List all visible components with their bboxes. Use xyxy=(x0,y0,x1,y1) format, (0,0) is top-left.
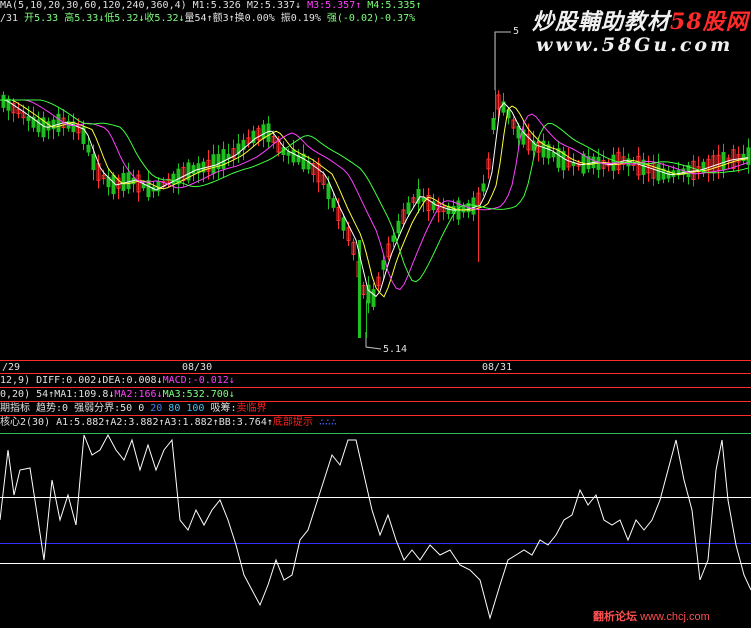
date-label-2: 08/31 xyxy=(482,362,513,373)
candle-body xyxy=(371,289,376,307)
indicator-1-seg-3: MA2:166↓ xyxy=(114,389,163,400)
low-leader-line xyxy=(365,332,382,350)
quote-seg-3: 低5.32↓ xyxy=(104,13,145,24)
candle-body xyxy=(121,173,126,191)
ma-line-2 xyxy=(0,99,749,298)
candle-body xyxy=(221,149,226,169)
candle-body xyxy=(481,183,486,192)
candle-body xyxy=(211,154,216,174)
indicator-3-seg-6: ∴∴∴ xyxy=(312,417,337,428)
date-label-1: 08/30 xyxy=(182,362,213,373)
quote-info-line: /31 开5.33 高5.33↓低5.32↓收5.32↓量54↑额3↑换0.00… xyxy=(0,13,415,25)
candle-body xyxy=(261,124,266,139)
high-price-label: 5 xyxy=(513,26,520,37)
candle-body xyxy=(396,220,401,234)
indicator-2-seg-4: 20 xyxy=(150,403,169,414)
volume-indicator-line[interactable]: 0,20) 54↑MA1:109.8↓MA2:166↓MA3:532.700↓ xyxy=(0,389,235,401)
ma-line-3 xyxy=(0,99,749,291)
indicator-1-seg-4: MA3:532.700↓ xyxy=(162,389,235,400)
indicator-1-seg-2: MA1:109.8↓ xyxy=(54,389,115,400)
indicator-0-seg-3: MACD:-0.012↓ xyxy=(162,375,235,386)
candle-body xyxy=(86,144,91,153)
ma-legend-seg-2: M2:5.337↓ xyxy=(246,0,308,11)
core-indicator-line[interactable]: 核心2(30) A1:5.882↑A2:3.882↑A3:1.882↑BB:3.… xyxy=(0,417,337,429)
candle-body xyxy=(1,94,6,108)
candle-body xyxy=(26,116,31,121)
indicator-3-seg-1: A1:5.882↑ xyxy=(56,417,111,428)
indicator-3-seg-0: 核心2(30) xyxy=(0,417,57,428)
indicator-2-seg-8: 卖临界 xyxy=(236,403,267,414)
indicator-2-seg-1: 趋势:0 xyxy=(36,403,75,414)
ma-legend-seg-1: M1:5.326 xyxy=(192,0,247,11)
candle-body xyxy=(91,153,96,171)
candle-body xyxy=(291,149,296,163)
ma-legend-line: MA(5,10,20,30,60,120,240,360,4) M1:5.326… xyxy=(0,0,421,12)
quote-seg-0: /31 xyxy=(0,13,25,24)
indicator-0-seg-2: DEA:0.008↓ xyxy=(102,375,163,386)
quote-seg-1: 开5.33 xyxy=(24,13,65,24)
candle-body xyxy=(331,198,336,208)
watermark-brand: 炒股輔助教材58股网 xyxy=(532,4,749,36)
candle-body xyxy=(721,152,726,170)
quote-seg-4: 收5.32↓ xyxy=(144,13,185,24)
candle-body xyxy=(341,217,346,231)
quote-seg-2: 高5.33↓ xyxy=(64,13,105,24)
quote-seg-9: 强(-0.02)-0.37% xyxy=(326,13,416,24)
candle-body xyxy=(471,197,476,215)
footer-watermark: 翻析论坛 www.chcj.com xyxy=(593,610,710,624)
indicator-3-seg-5: 底部提示 xyxy=(272,417,313,428)
stock-chart[interactable] xyxy=(0,0,751,628)
quote-seg-7: 换0.00% xyxy=(234,13,281,24)
indicator-0-seg-1: DIFF:0.002↓ xyxy=(36,375,103,386)
candle-body xyxy=(381,260,386,270)
indicator-2-seg-2: 强弱分界:50 xyxy=(74,403,139,414)
oscillator-line xyxy=(0,433,751,620)
candle-body xyxy=(446,206,451,214)
trend-indicator-line[interactable]: 期指标 趋势:0 强弱分界:50 0 20 80 100 吸筹:卖临界 xyxy=(0,403,266,415)
indicator-1-seg-1: 54↑ xyxy=(36,389,55,400)
candle-body xyxy=(656,164,661,181)
ma-legend-seg-4: M4:5.335↑ xyxy=(367,0,422,11)
candle-body xyxy=(266,123,271,142)
watermark-url: www.58Gu.com xyxy=(536,34,734,56)
date-label-0: /29 xyxy=(2,362,21,373)
indicator-2-seg-0: 期指标 xyxy=(0,403,37,414)
candle-body xyxy=(391,235,396,242)
low-price-label: 5.14 xyxy=(383,344,408,355)
quote-seg-5: 量54↑ xyxy=(184,13,213,24)
candle-body xyxy=(301,153,306,170)
macd-indicator-line[interactable]: 12,9) DIFF:0.002↓DEA:0.008↓MACD:-0.012↓ xyxy=(0,375,235,387)
indicator-0-seg-0: 12,9) xyxy=(0,375,37,386)
indicator-1-seg-0: 0,20) xyxy=(0,389,37,400)
watermark-brand-cn: 炒股輔助教材 xyxy=(532,9,671,35)
ma-line-1 xyxy=(0,99,749,298)
candle-body xyxy=(551,151,556,158)
indicator-3-seg-4: BB:3.764↑ xyxy=(218,417,273,428)
indicator-2-seg-5: 80 xyxy=(168,403,187,414)
candle-body xyxy=(326,183,331,200)
candle-body xyxy=(171,173,176,185)
candle-body xyxy=(126,172,131,190)
candle-body xyxy=(56,113,61,132)
footer-site-url: www.chcj.com xyxy=(640,611,710,623)
indicator-2-seg-6: 100 xyxy=(186,403,211,414)
quote-seg-8: 振0.19% xyxy=(280,13,327,24)
ma-legend-seg-3: M3:5.357↑ xyxy=(307,0,368,11)
candle-body xyxy=(46,121,51,131)
watermark-brand-58: 58股网 xyxy=(670,9,749,35)
candle-body xyxy=(406,202,411,215)
high-leader-line xyxy=(494,31,511,90)
candle-body xyxy=(746,147,751,165)
ma-legend-seg-0: MA(5,10,20,30,60,120,240,360,4) xyxy=(0,0,193,11)
indicator-2-seg-3: 0 xyxy=(138,403,151,414)
indicator-2-seg-7: 吸筹: xyxy=(210,403,237,414)
quote-seg-6: 额3↑ xyxy=(212,13,235,24)
indicator-3-seg-3: A3:1.882↑ xyxy=(164,417,219,428)
footer-site-cn: 翻析论坛 xyxy=(593,611,637,623)
indicator-3-seg-2: A2:3.882↑ xyxy=(110,417,165,428)
candle-body xyxy=(461,206,466,213)
candle-body xyxy=(421,197,426,202)
candle-body xyxy=(111,174,116,195)
candle-body xyxy=(491,118,496,130)
